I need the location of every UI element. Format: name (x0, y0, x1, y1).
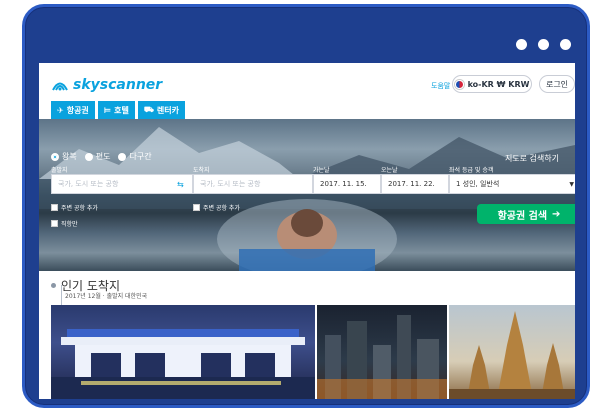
sunrise-logo-icon (52, 82, 68, 91)
dot-icon (516, 39, 527, 50)
map-search-link[interactable]: 지도로 검색하기 (505, 153, 559, 164)
radio-label: 왕복 (62, 152, 77, 161)
car-icon: ⛟ (143, 105, 154, 114)
login-button[interactable]: 로그인 (539, 75, 575, 93)
destination-card-hongkong[interactable] (317, 305, 447, 399)
tab-label: 항공권 (66, 105, 89, 115)
timeline-dot-icon (51, 283, 56, 288)
tab-hotels[interactable]: ⊨ 호텔 (97, 101, 135, 119)
destination-card-taipei[interactable] (51, 305, 315, 399)
window-menu-dots[interactable] (516, 39, 571, 50)
hero-landscape-image (39, 127, 575, 271)
depart-label: 가는날 (313, 167, 330, 174)
destination-cards (51, 305, 575, 399)
checkbox-label: 주변 공항 추가 (61, 205, 98, 212)
return-label: 오는날 (381, 167, 398, 174)
radio-label: 다구간 (129, 152, 152, 161)
destination-label: 도착지 (193, 167, 210, 174)
dot-icon (560, 39, 571, 50)
cabin-passenger-select[interactable]: 1 성인, 일반석 ▼ (449, 174, 575, 194)
checkbox-label: 주변 공항 추가 (203, 205, 240, 212)
arrow-right-icon: ➔ (552, 208, 561, 220)
site-header: skyscanner 도움말 ko-KR ₩ KRW 로그인 ✈ 항공권 ⊨ 호… (39, 63, 575, 119)
radio-icon (118, 152, 127, 161)
gate-photo-image (51, 329, 315, 399)
bed-icon: ⊨ (103, 105, 112, 115)
origin-placeholder: 국가, 도시 또는 공항 (58, 180, 119, 188)
search-button-label: 항공권 검색 (497, 210, 548, 222)
checkbox-icon (51, 204, 58, 211)
popular-subtitle: 2017년 12월 · 출발지 대한민국 (65, 293, 148, 300)
checkbox-label: 직항만 (61, 221, 78, 228)
nearby-origin-checkbox[interactable]: 주변 공항 추가 (51, 203, 98, 212)
product-tabs: ✈ 항공권 ⊨ 호텔 ⛟ 렌터카 (51, 101, 186, 119)
destination-input[interactable]: 국가, 도시 또는 공항 (193, 174, 313, 194)
locale-label: ko-KR ₩ KRW (467, 79, 530, 89)
brand-name: skyscanner (73, 77, 163, 93)
skyscanner-logo[interactable]: skyscanner (51, 77, 162, 93)
tab-car-hire[interactable]: ⛟ 렌터카 (137, 101, 186, 119)
cabin-label: 좌석 등급 및 승객 (449, 167, 494, 174)
city-night-photo-image (317, 315, 447, 399)
origin-label: 출발지 (51, 167, 68, 174)
swap-icon[interactable]: ⇆ (177, 180, 184, 189)
hero-search-panel: 왕복 편도 다구간 지도로 검색하기 출발지 도착지 가는날 오는날 좌석 등급… (39, 119, 575, 271)
caret-down-icon: ▼ (569, 180, 574, 188)
korea-flag-icon (454, 79, 464, 89)
device-frame: skyscanner 도움말 ko-KR ₩ KRW 로그인 ✈ 항공권 ⊨ 호… (22, 4, 590, 408)
depart-date-field[interactable]: 2017. 11. 15. (313, 174, 381, 194)
cabin-value: 1 성인, 일반석 (456, 180, 500, 188)
locale-currency-button[interactable]: ko-KR ₩ KRW (452, 75, 532, 93)
origin-input[interactable]: 국가, 도시 또는 공항 (51, 174, 193, 194)
destination-placeholder: 국가, 도시 또는 공항 (200, 180, 261, 188)
return-date-field[interactable]: 2017. 11. 22. (381, 174, 449, 194)
trip-type-group: 왕복 편도 다구간 (51, 151, 152, 162)
temple-photo-image (449, 311, 575, 399)
trip-oneway-radio[interactable]: 편도 (84, 151, 111, 162)
trip-roundtrip-radio[interactable]: 왕복 (51, 151, 77, 162)
tab-label: 렌터카 (156, 105, 180, 115)
direct-only-checkbox[interactable]: 직항만 (51, 219, 78, 228)
radio-checked-icon (51, 152, 59, 161)
plane-icon: ✈ (57, 105, 64, 115)
dot-icon (538, 39, 549, 50)
browser-screen: skyscanner 도움말 ko-KR ₩ KRW 로그인 ✈ 항공권 ⊨ 호… (39, 63, 575, 399)
radio-icon (84, 152, 93, 161)
checkbox-icon (51, 220, 58, 227)
tab-label: 호텔 (114, 105, 129, 115)
radio-label: 편도 (95, 152, 111, 161)
search-flights-button[interactable]: 항공권 검색 ➔ (477, 204, 575, 224)
checkbox-icon (193, 204, 200, 211)
nearby-destination-checkbox[interactable]: 주변 공항 추가 (193, 203, 240, 212)
trip-multicity-radio[interactable]: 다구간 (118, 151, 152, 162)
tab-flights[interactable]: ✈ 항공권 (51, 101, 95, 119)
help-link[interactable]: 도움말 (431, 81, 450, 91)
destination-card-bangkok[interactable] (449, 305, 575, 399)
